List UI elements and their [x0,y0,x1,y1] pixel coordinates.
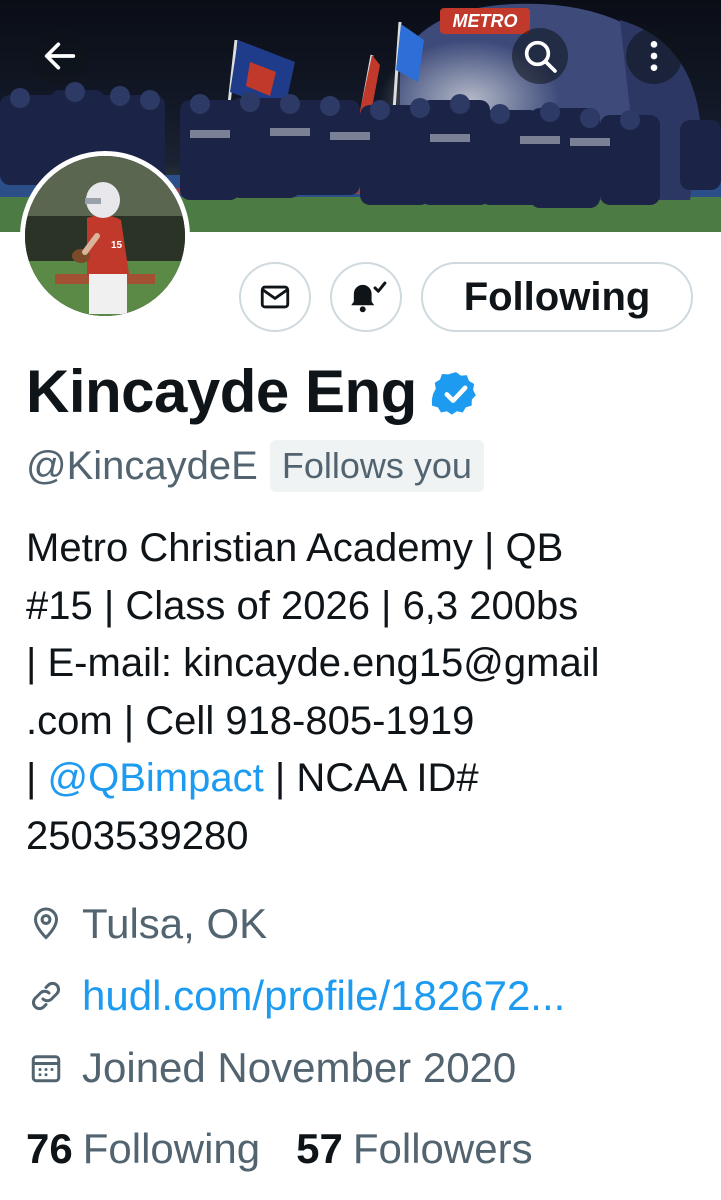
following-button[interactable]: Following [421,262,693,332]
arrow-left-icon [44,42,76,70]
bio-text: | NCAA ID# [263,756,479,800]
following-stat-link[interactable]: 76 Following [26,1125,260,1173]
website-row: hudl.com/profile/182672... [26,972,565,1020]
location-pin-icon [26,904,66,944]
bio-line-with-mention: | @QBimpact | NCAA ID# [26,750,706,808]
profile-avatar[interactable]: 15 [20,151,190,321]
more-options-button[interactable] [626,28,682,84]
back-button[interactable] [32,28,88,84]
joined-row: Joined November 2020 [26,1044,516,1092]
location-text: Tulsa, OK [82,900,268,947]
follows-you-badge: Follows you [269,440,484,492]
name-row: Kincayde Eng [26,356,481,428]
following-label: Following [82,1125,261,1172]
bio-line: | E-mail: kincayde.eng15@gmail [26,641,600,685]
bio-line: 2503539280 [26,813,249,858]
message-button[interactable] [239,262,311,332]
profile-bio: Metro Christian Academy | QB #15 | Class… [26,520,706,865]
bio-text: | [26,756,48,800]
calendar-icon [26,1048,66,1088]
followers-stat-link[interactable]: 57 Followers [296,1125,532,1173]
search-icon [524,40,557,73]
bell-check-icon [351,281,387,313]
joined-date: Joined November 2020 [82,1044,517,1091]
followers-count: 57 [296,1125,343,1172]
following-count: 76 [26,1125,73,1172]
mention-link[interactable]: @QBimpact [48,756,264,800]
verified-badge-icon[interactable] [431,369,481,419]
user-handle: @KincaydeE [26,443,258,488]
display-name: Kincayde Eng [26,358,417,425]
bio-line: #15 | Class of 2026 | 6,3 200bs [26,583,579,628]
follow-stats: 76 Following 57 Followers [26,1125,569,1173]
search-button[interactable] [512,28,568,84]
more-vertical-icon [650,41,658,71]
envelope-icon [260,285,290,309]
link-icon [26,976,66,1016]
location-row: Tulsa, OK [26,900,267,948]
bio-line: Metro Christian Academy | QB [26,526,564,570]
bio-line: .com | Cell 918-805-1919 [26,698,475,743]
notifications-button[interactable] [330,262,402,332]
avatar-photo: 15 [25,156,185,316]
website-link[interactable]: hudl.com/profile/182672... [82,972,565,1020]
followers-label: Followers [352,1125,533,1172]
svg-text:15: 15 [111,240,123,251]
handle-row: @KincaydeE Follows you [26,440,484,492]
banner-sign-text: METRO [453,11,518,31]
